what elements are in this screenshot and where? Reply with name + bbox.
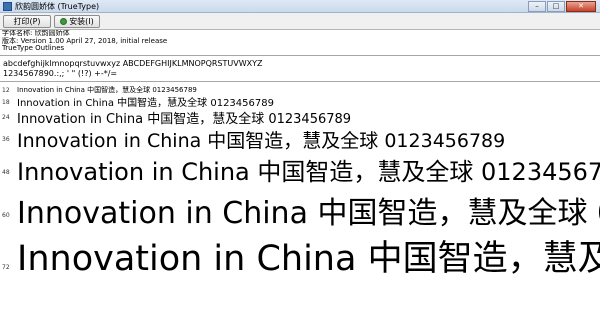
- close-button[interactable]: ✕: [566, 1, 596, 12]
- window-title: 欣韵圆娇体 (TrueType): [15, 2, 100, 11]
- sample-size-label: 60: [2, 212, 10, 219]
- shield-check-icon: [60, 18, 68, 25]
- install-button[interactable]: 安装(I): [54, 15, 100, 28]
- print-button[interactable]: 打印(P): [3, 15, 51, 28]
- sample-size-label: 72: [2, 264, 10, 271]
- sample-text: Innovation in China 中国智造，慧及全球 0123456789: [17, 158, 600, 186]
- charset-digits: 1234567890.:,; ' " (!?) +-*/=: [3, 69, 118, 78]
- minimize-button[interactable]: –: [528, 1, 546, 12]
- sample-text: Innovation in China 中国智造，慧及全球 0123456789: [17, 239, 600, 279]
- divider: [0, 55, 600, 56]
- sample-text: Innovation in China 中国智造，慧及全球 0123456789: [17, 196, 600, 231]
- divider: [0, 81, 600, 82]
- sample-text: Innovation in China 中国智造，慧及全球 0123456789: [17, 98, 274, 109]
- sample-size-label: 12: [2, 87, 10, 94]
- sample-size-label: 18: [2, 99, 10, 106]
- window-controls: – □ ✕: [528, 1, 596, 12]
- sample-text: Innovation in China 中国智造，慧及全球 0123456789: [17, 112, 352, 127]
- charset-letters: abcdefghijklmnopqrstuvwxyz ABCDEFGHIJKLM…: [3, 59, 263, 68]
- sample-size-label: 36: [2, 136, 10, 143]
- install-button-label: 安装(I): [69, 17, 94, 26]
- sample-size-label: 24: [2, 114, 10, 121]
- font-app-icon: [3, 2, 12, 11]
- toolbar: 打印(P) 安装(I): [0, 13, 600, 30]
- maximize-button[interactable]: □: [547, 1, 565, 12]
- font-info: 字体名称: 欣韵圆娇体 版本: Version 1.00 April 27, 2…: [2, 30, 167, 53]
- font-outline-type: TrueType Outlines: [2, 44, 65, 53]
- sample-size-label: 48: [2, 169, 10, 176]
- title-bar: 欣韵圆娇体 (TrueType) – □ ✕: [0, 0, 600, 13]
- sample-text: Innovation in China 中国智造，慧及全球 0123456789: [17, 130, 506, 152]
- font-preview-area: 字体名称: 欣韵圆娇体 版本: Version 1.00 April 27, 2…: [0, 30, 600, 317]
- print-button-label: 打印(P): [13, 17, 41, 26]
